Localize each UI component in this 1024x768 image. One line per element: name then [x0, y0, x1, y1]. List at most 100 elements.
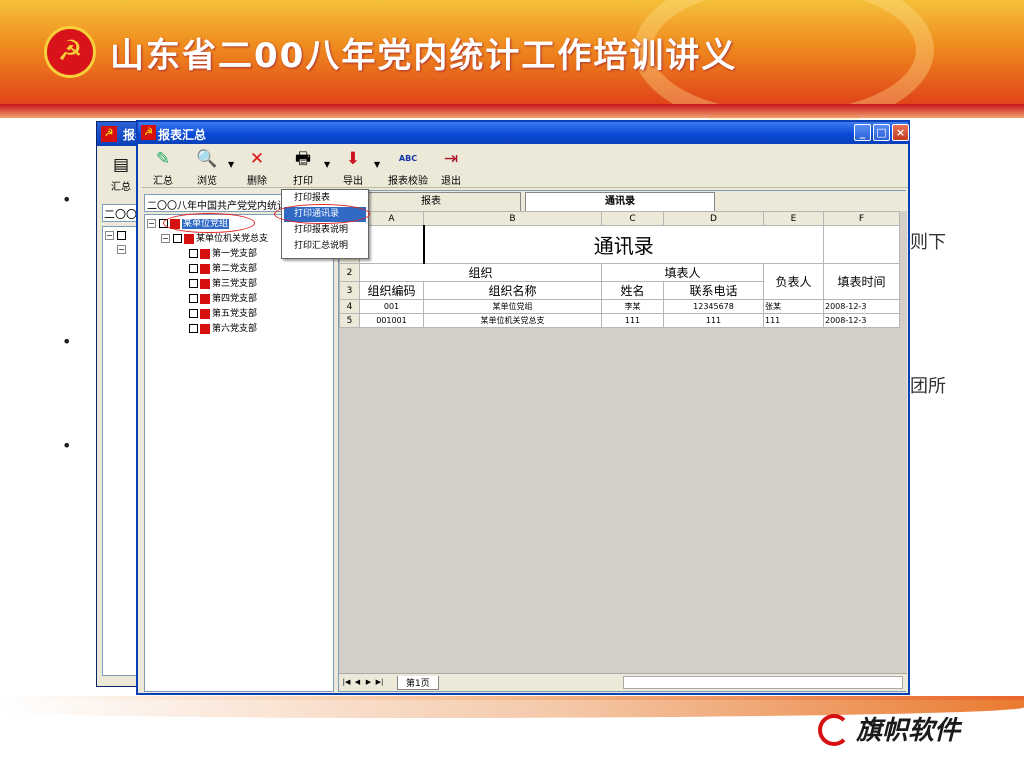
next-sheet-icon[interactable]: ▶ — [364, 677, 373, 688]
verify-label: 报表校验 — [388, 176, 428, 187]
tree-item-leaf[interactable]: 第五党支部 — [189, 307, 257, 321]
cell-org-name[interactable]: 某单位党组 — [423, 299, 602, 314]
contacts-table[interactable]: A B C D E F 1 通讯录 2 组织 填表人 负表人 — [339, 211, 900, 328]
tree-checkbox[interactable] — [189, 294, 198, 303]
summary-button[interactable]: ✎ 汇总 — [148, 148, 178, 187]
column-header[interactable]: D — [663, 211, 764, 226]
window-titlebar[interactable]: ☭ 报表汇总 _ □ × — [138, 122, 909, 144]
horizontal-scrollbar[interactable] — [623, 676, 903, 689]
tree-checkbox[interactable] — [189, 279, 198, 288]
print-icon: 🖶 — [294, 149, 312, 169]
flag-icon — [200, 278, 210, 289]
collapse-icon[interactable]: − — [147, 219, 156, 228]
sheet-title[interactable]: 通讯录 — [423, 225, 824, 264]
flag-icon — [184, 233, 194, 244]
tree-item-leaf[interactable]: 第二党支部 — [189, 262, 257, 276]
cell-org-name[interactable]: 某单位机关党总支 — [423, 313, 602, 328]
tree-item-label: 第一党支部 — [212, 249, 258, 259]
tab-contacts[interactable]: 通讯录 — [525, 192, 715, 211]
slide-header: ☭ 山东省二00八年党内统计工作培训讲义 — [0, 0, 1024, 130]
cell[interactable] — [823, 225, 900, 264]
column-header[interactable]: F — [823, 211, 900, 226]
cell[interactable] — [359, 225, 425, 264]
print-dropdown-icon[interactable]: ▼ — [324, 160, 330, 169]
cell-org-code[interactable]: 001001 — [359, 313, 424, 328]
main-toolbar: ✎ 汇总 🔍 浏览 ▼ ✕ 删除 🖶 打印 ▼ ⬇ 导出 ▼ ABC 报表校验 … — [142, 146, 908, 188]
header-phone[interactable]: 联系电话 — [663, 281, 764, 300]
exit-button[interactable]: ⇥ 退出 — [436, 148, 466, 187]
back-summary-label: 汇总 — [111, 182, 131, 193]
maximize-button[interactable]: □ — [873, 124, 890, 141]
header-fill-time[interactable]: 填表时间 — [823, 263, 900, 300]
browse-button[interactable]: 🔍 浏览 — [192, 148, 222, 187]
row-number[interactable]: 2 — [339, 263, 360, 282]
tree-item-label: 第四党支部 — [212, 294, 258, 304]
tree-checkbox[interactable] — [189, 309, 198, 318]
highlight-ellipse — [163, 213, 255, 233]
row-number[interactable]: 3 — [339, 281, 360, 300]
column-header[interactable]: C — [601, 211, 664, 226]
back-summary-button[interactable]: ▤ 汇总 — [106, 154, 136, 193]
last-sheet-icon[interactable]: ▶| — [375, 677, 384, 688]
tree-item[interactable]: − — [117, 243, 129, 257]
bullet-1: • — [62, 190, 72, 209]
sheet-tab-page1[interactable]: 第1页 — [397, 676, 439, 690]
browse-icon: 🔍 — [196, 149, 218, 169]
prev-sheet-icon[interactable]: ◀ — [353, 677, 362, 688]
party-emblem-icon: ☭ — [44, 26, 96, 78]
print-label: 打印 — [293, 176, 313, 187]
column-header[interactable]: E — [763, 211, 824, 226]
header-org-code[interactable]: 组织编码 — [359, 281, 424, 300]
tree-item-leaf[interactable]: 第一党支部 — [189, 247, 257, 261]
export-dropdown-icon[interactable]: ▼ — [374, 160, 380, 169]
brand-name: 旗帜软件 — [856, 716, 961, 746]
close-button[interactable]: × — [892, 124, 909, 141]
cell-manager[interactable]: 张某 — [763, 299, 824, 314]
cell-phone[interactable]: 111 — [663, 313, 764, 328]
header-filler[interactable]: 填表人 — [601, 263, 764, 282]
verify-button[interactable]: ABC 报表校验 — [386, 148, 430, 187]
minimize-button[interactable]: _ — [854, 124, 871, 141]
column-header[interactable]: B — [423, 211, 602, 226]
header-name[interactable]: 姓名 — [601, 281, 664, 300]
slide-title: 山东省二00八年党内统计工作培训讲义 — [110, 36, 738, 76]
exit-icon: ⇥ — [443, 149, 459, 169]
tree-checkbox[interactable] — [173, 234, 182, 243]
tree-item-leaf[interactable]: 第四党支部 — [189, 292, 257, 306]
flag-icon — [200, 293, 210, 304]
delete-icon: ✕ — [249, 149, 265, 169]
sheet-navigation: |◀ ◀ ▶ ▶| 第1页 — [339, 673, 907, 691]
tree-item-branch[interactable]: − 某单位机关党总支 — [161, 232, 268, 246]
header-manager[interactable]: 负表人 — [763, 263, 824, 300]
browse-dropdown-icon[interactable]: ▼ — [228, 160, 234, 169]
tree-item-leaf[interactable]: 第六党支部 — [189, 322, 257, 336]
tree-checkbox[interactable] — [189, 324, 198, 333]
tree-checkbox[interactable] — [189, 249, 198, 258]
menu-item-print-summary-notes[interactable]: 打印汇总说明 — [284, 239, 366, 254]
spreadsheet[interactable]: A B C D E F 1 通讯录 2 组织 填表人 负表人 — [339, 211, 907, 673]
tree-item-leaf[interactable]: 第三党支部 — [189, 277, 257, 291]
export-button[interactable]: ⬇ 导出 — [338, 148, 368, 187]
cell-name[interactable]: 李某 — [601, 299, 664, 314]
first-sheet-icon[interactable]: |◀ — [342, 677, 351, 688]
menu-item-print-report-notes[interactable]: 打印报表说明 — [284, 223, 366, 238]
cell-time[interactable]: 2008-12-3 — [823, 299, 900, 314]
cell-name[interactable]: 111 — [601, 313, 664, 328]
header-org-name[interactable]: 组织名称 — [423, 281, 602, 300]
tree-item[interactable]: − — [105, 229, 128, 243]
header-org[interactable]: 组织 — [359, 263, 602, 282]
row-number[interactable]: 5 — [339, 313, 360, 328]
delete-button[interactable]: ✕ 删除 — [242, 148, 272, 187]
print-button[interactable]: 🖶 打印 — [288, 148, 318, 187]
flag-icon — [200, 248, 210, 259]
cell-org-code[interactable]: 001 — [359, 299, 424, 314]
collapse-icon[interactable]: − — [161, 234, 170, 243]
cell-manager[interactable]: 111 — [763, 313, 824, 328]
cell-time[interactable]: 2008-12-3 — [823, 313, 900, 328]
tree-checkbox[interactable] — [189, 264, 198, 273]
row-number[interactable]: 4 — [339, 299, 360, 314]
tree-item-label: 第六党支部 — [212, 324, 258, 334]
org-tree[interactable]: − 某单位党组 − 某单位机关党总支 第一党支部 第二党支部 第三党支部 第四党支部… — [144, 213, 334, 692]
print-dropdown-menu: 打印报表 打印通讯录 打印报表说明 打印汇总说明 — [274, 189, 370, 259]
cell-phone[interactable]: 12345678 — [663, 299, 764, 314]
